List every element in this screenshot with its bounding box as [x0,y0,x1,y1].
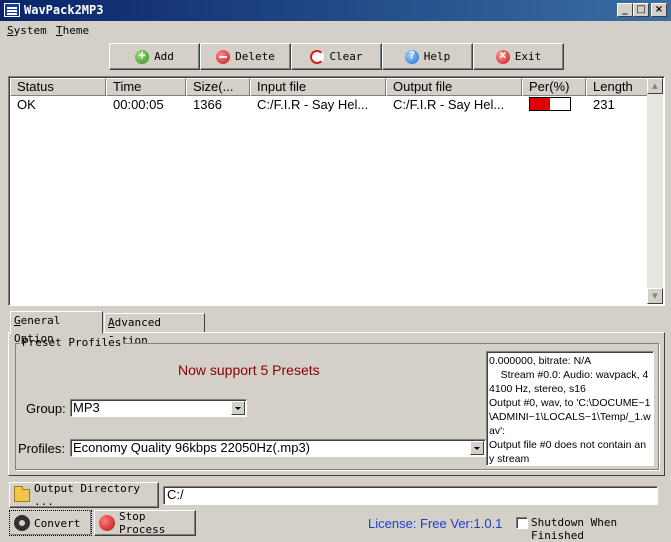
help-button-label: Help [423,50,451,63]
column-header-status[interactable]: Status [10,78,106,96]
film-reel-icon [14,515,30,531]
stop-process-label: Stop Process [119,510,166,536]
column-header-input-file[interactable]: Input file [250,78,386,96]
add-button[interactable]: Add [109,43,200,70]
profiles-select[interactable]: Economy Quality 96kbps 22050Hz(.mp3) [70,439,486,457]
stop-icon [99,515,115,531]
delete-button[interactable]: Delete [200,43,291,70]
cell-size: 1366 [193,97,222,112]
title-bar[interactable]: WavPack2MP3 _ □ × [0,0,671,21]
cell-input-file: C:/F.I.R - Say Hel... [257,97,369,112]
profiles-label: Profiles: [18,441,65,456]
minimize-button[interactable]: _ [617,3,633,17]
log-line: Output file #0 does not contain any stre… [489,439,647,465]
log-line: 0.000000, bitrate: N/A [489,355,592,367]
license-text: License: Free Ver:1.0.1 [368,516,503,531]
chevron-down-icon[interactable] [231,401,245,415]
shutdown-checkbox[interactable] [516,517,528,529]
scroll-up-button[interactable]: ▲ [647,78,663,94]
chevron-down-icon[interactable] [470,441,484,455]
output-directory-label: Output Directory ... [34,482,140,508]
app-icon[interactable] [4,3,20,17]
add-button-label: Add [154,50,174,63]
help-button[interactable]: Help [382,43,473,70]
log-line: Output #0, wav, to 'C:\DOCUME~1\ADMINI~1… [489,397,651,437]
group-select[interactable]: MP3 [70,399,247,417]
group-label: Group: [26,401,66,416]
column-header-per[interactable]: Per(%) [522,78,586,96]
column-header-output-file[interactable]: Output file [386,78,522,96]
stop-process-button[interactable]: Stop Process [94,510,196,536]
progress-bar [529,97,571,111]
cell-time: 00:00:05 [113,97,164,112]
output-directory-button[interactable]: Output Directory ... [9,482,159,508]
window-title: WavPack2MP3 [24,3,104,17]
group-select-value: MP3 [73,400,100,415]
presets-promo-text: Now support 5 Presets [178,362,320,378]
clear-icon [310,49,325,64]
cell-length: 231 [593,97,615,112]
close-button[interactable]: × [651,3,667,17]
convert-button[interactable]: Convert [9,510,92,536]
clear-button-label: Clear [329,50,363,63]
cell-output-file: C:/F.I.R - Say Hel... [393,97,505,112]
profiles-select-value: Economy Quality 96kbps 22050Hz(.mp3) [73,440,311,455]
menu-bar: System Theme [0,21,671,40]
list-scrollbar[interactable]: ▲ ▼ [647,78,663,304]
shutdown-label[interactable]: Shutdown When Finished [531,516,671,542]
log-line: Stream #0.0: Audio: wavpack, 44100 Hz, s… [489,369,649,395]
output-directory-field[interactable]: C:/ [163,486,658,505]
tab-general-option[interactable]: General Option [10,311,103,345]
menu-theme[interactable]: Theme [56,23,89,38]
exit-button-label: Exit [514,50,542,63]
progress-fill [530,98,550,110]
column-header-size[interactable]: Size(... [186,78,250,96]
help-icon [404,49,419,64]
column-header-time[interactable]: Time [106,78,186,96]
convert-label: Convert [34,516,81,530]
tab-advanced-option[interactable]: Advanced Option [104,313,205,347]
delete-button-label: Delete [235,50,275,63]
scroll-down-button[interactable]: ▼ [647,288,663,304]
exit-icon [495,48,510,64]
menu-system[interactable]: System [7,23,47,38]
maximize-button[interactable]: □ [633,3,649,17]
clear-button[interactable]: Clear [291,43,382,70]
cell-status: OK [17,97,36,112]
column-header-length[interactable]: Length [586,78,649,96]
add-icon [135,48,150,64]
exit-button[interactable]: Exit [473,43,564,70]
delete-icon [216,49,231,64]
folder-icon [14,485,30,502]
log-output[interactable]: 0.000000, bitrate: N/A Stream #0.0: Audi… [486,351,654,466]
file-list[interactable]: Status Time Size(... Input file Output f… [8,76,665,306]
